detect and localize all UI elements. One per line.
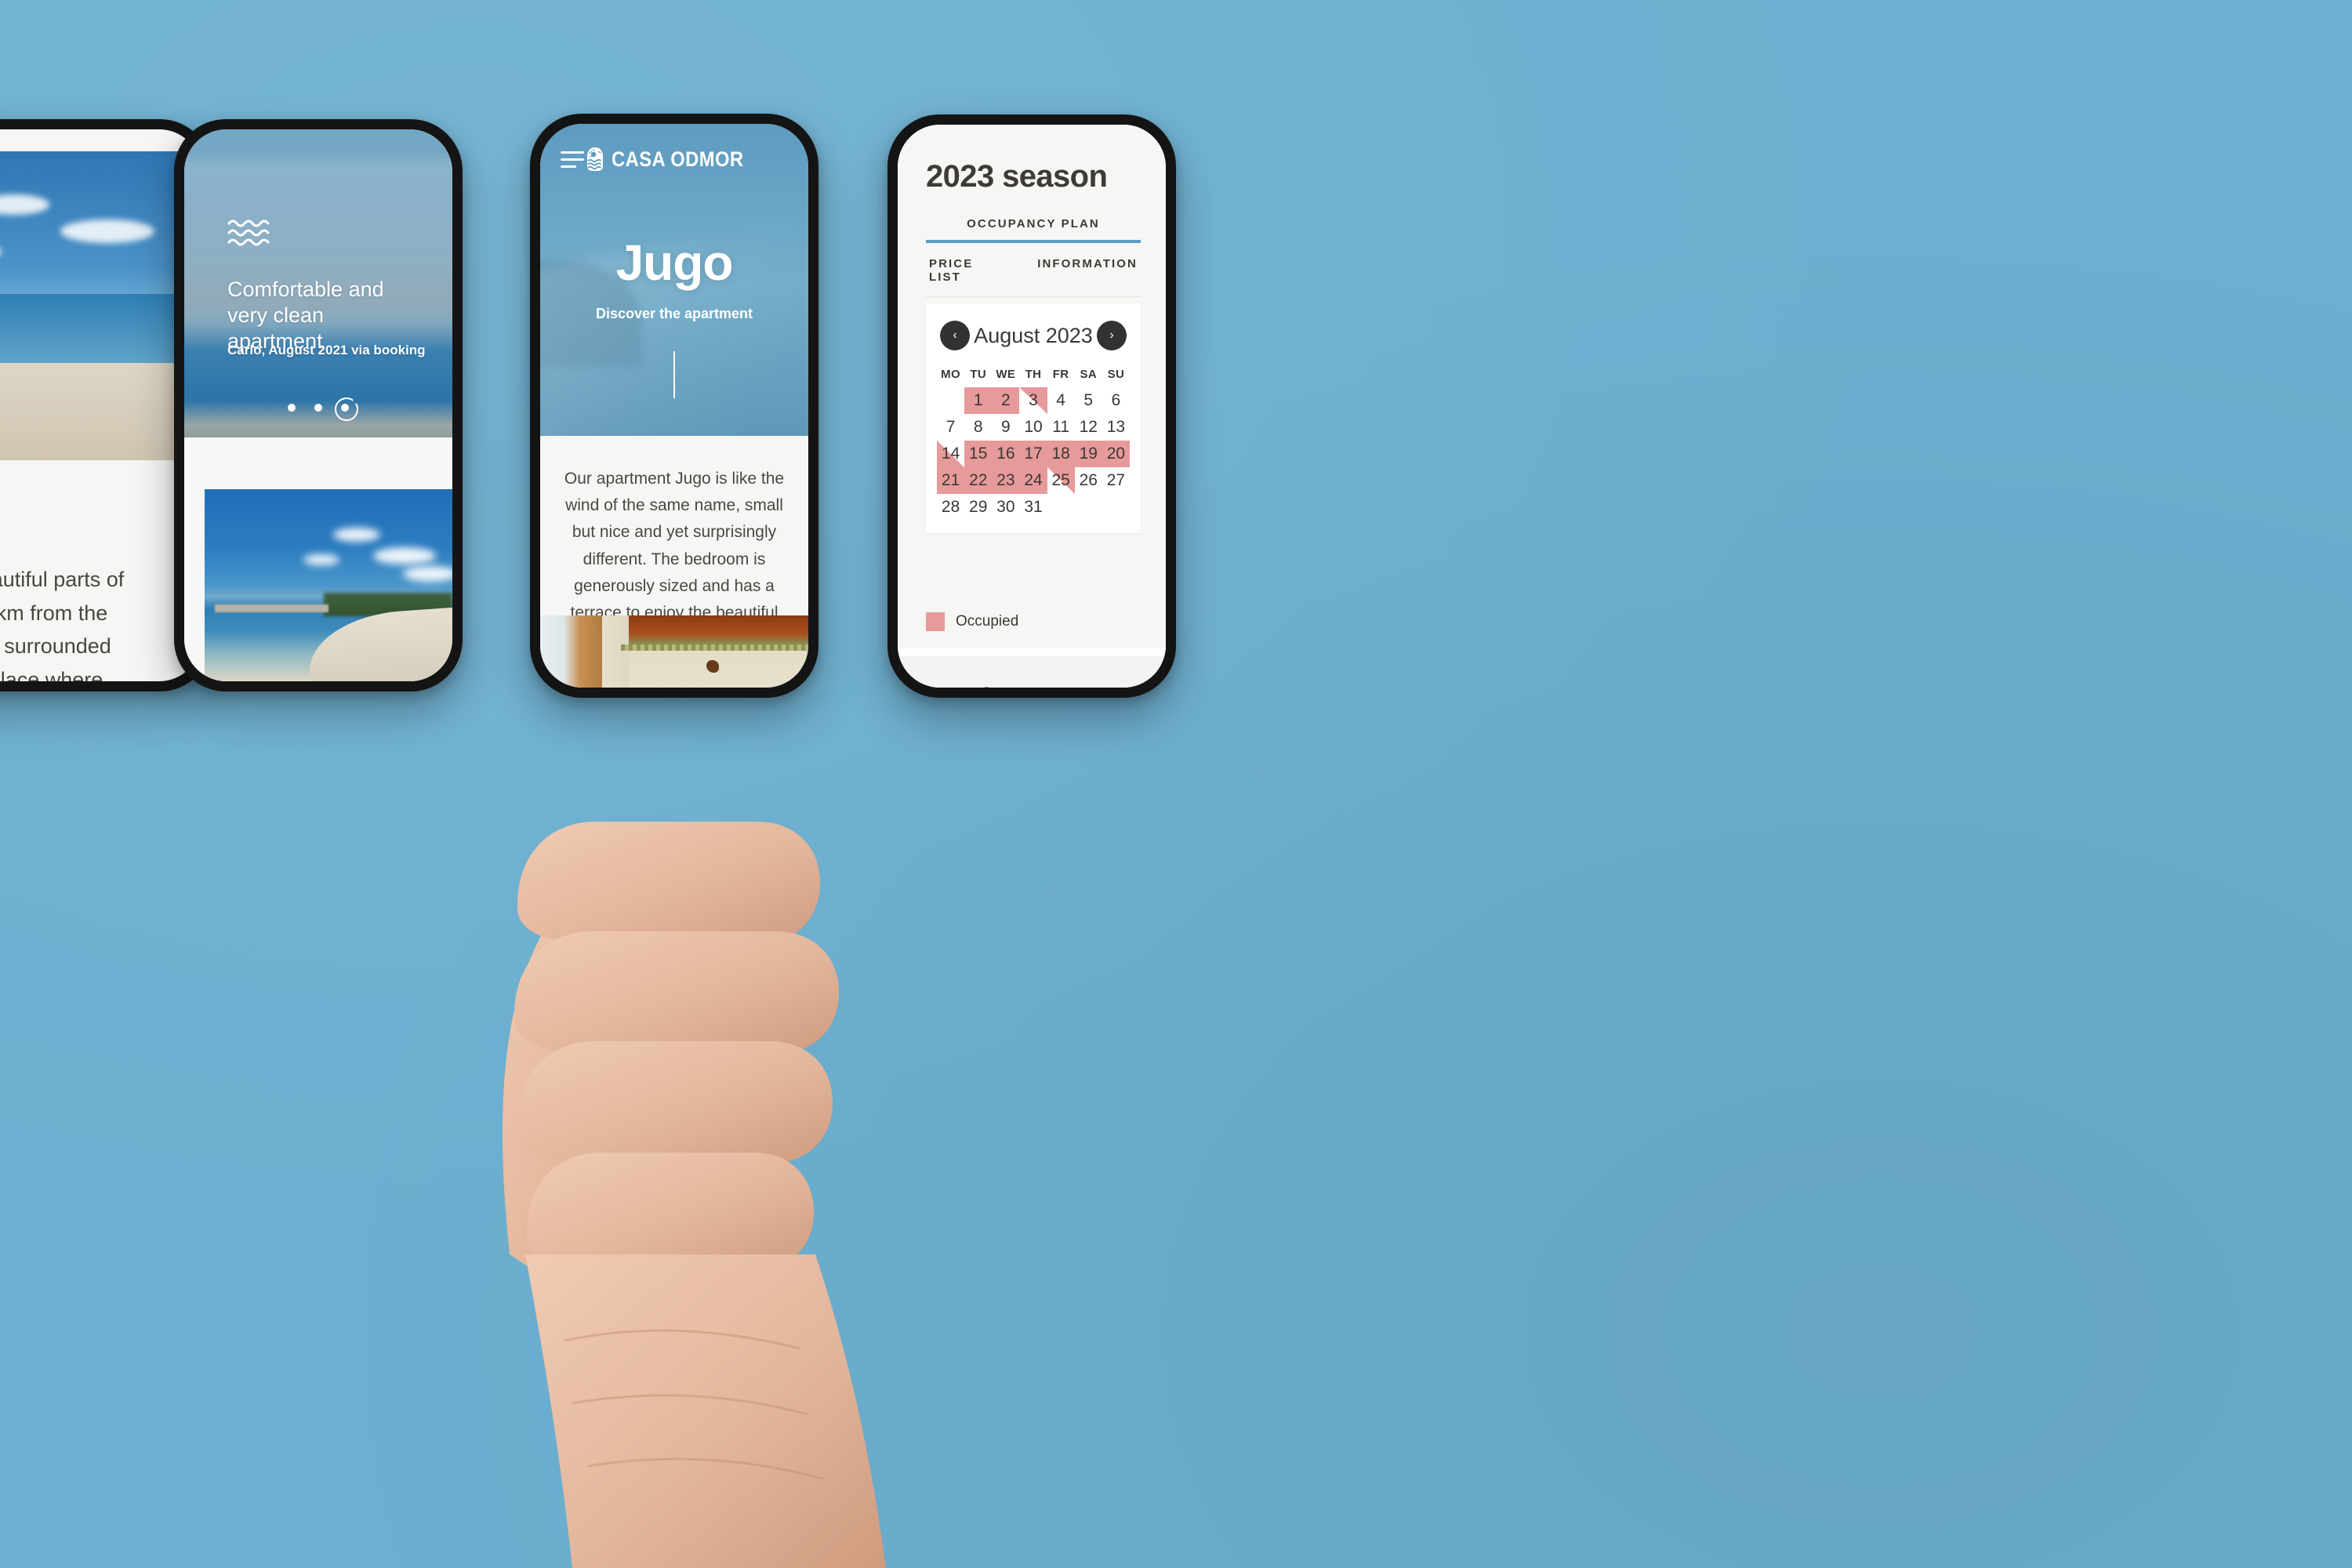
calendar-blank-cell	[937, 387, 964, 414]
phone-3-description-section: Our apartment Jugo is like the wind of t…	[540, 436, 808, 688]
phone-3-frame: CASA ODMOR Jugo Discover the apartment O…	[530, 114, 818, 698]
phone-2-screen: Comfortable and very clean apartment Car…	[184, 129, 452, 681]
calendar-day-2[interactable]: 2	[992, 387, 1020, 414]
calendar-day-23[interactable]: 23	[992, 467, 1020, 494]
weekday-we: WE	[996, 368, 1016, 381]
calendar-day-5[interactable]: 5	[1075, 387, 1102, 414]
phone-3-screen: CASA ODMOR Jugo Discover the apartment O…	[540, 124, 808, 688]
scroll-line-indicator-icon	[673, 351, 675, 398]
calendar-day-16[interactable]: 16	[992, 441, 1020, 467]
calendar-legend: Occupied	[926, 612, 1018, 631]
triple-wave-icon	[227, 217, 271, 252]
calendar-day-21[interactable]: 21	[937, 467, 965, 494]
calendar-day-19[interactable]: 19	[1074, 441, 1102, 467]
phone-1-paragraph: eautiful parts of km from the , surround…	[0, 568, 125, 681]
calendar-day-10[interactable]: 10	[1019, 414, 1047, 441]
calendar-day-8[interactable]: 8	[964, 414, 992, 441]
brand-name: CASA ODMOR	[612, 147, 744, 171]
calendar-day-28[interactable]: 28	[937, 494, 964, 521]
phone-1-hero-photo	[0, 151, 201, 460]
calendar-day-29[interactable]: 29	[964, 494, 992, 521]
calendar-day-1[interactable]: 1	[964, 387, 993, 414]
calendar-day-13[interactable]: 13	[1102, 414, 1130, 441]
calendar-month-label: August 2023	[974, 323, 1093, 347]
phone-2-testimonial-attribution: Carlo, August 2021 via booking	[227, 343, 426, 358]
legend-label-occupied: Occupied	[956, 613, 1019, 630]
tab-occupancy-plan[interactable]: OCCUPANCY PLAN	[926, 217, 1141, 243]
calendar-day-25[interactable]: 25	[1047, 467, 1075, 494]
weekday-tu: TU	[970, 368, 987, 381]
tab-information[interactable]: INFORMATION	[1037, 257, 1138, 284]
calendar-day-26[interactable]: 26	[1075, 467, 1102, 494]
calendar-day-9[interactable]: 9	[992, 414, 1019, 441]
calendar-day-14[interactable]: 14	[937, 441, 965, 467]
phone-3-topbar: CASA ODMOR	[540, 141, 808, 177]
calendar-day-grid[interactable]: 1 2 3 4 5 6 7 8 9 10 11 12 13 14 15 16 17 18 19 20 21 22 23 24 2…	[937, 387, 1130, 521]
calendar-day-27[interactable]: 27	[1102, 467, 1130, 494]
calendar-day-6[interactable]: 6	[1102, 387, 1130, 414]
phone-3-subtitle: Discover the apartment	[595, 306, 753, 321]
arch-sun-waves-logo-icon	[586, 147, 604, 171]
season-page: 2023 season OCCUPANCY PLAN PRICE LIST IN…	[898, 125, 1166, 688]
chevron-left-icon[interactable]: ‹	[940, 321, 970, 350]
weekday-sa: SA	[1080, 368, 1098, 381]
calendar-day-18[interactable]: 18	[1047, 441, 1075, 467]
calendar-day-20[interactable]: 20	[1102, 441, 1130, 467]
phone-2-testimonial-hero: Comfortable and very clean apartment Car…	[184, 129, 452, 437]
phone-1-heading: he	[0, 482, 184, 519]
calendar-day-31[interactable]: 31	[1019, 494, 1047, 521]
tab-price-list[interactable]: PRICE LIST	[929, 257, 1003, 284]
calendar-nav: ‹ August 2023 ›	[937, 321, 1130, 350]
phone-1-body: he eautiful parts of km from the , surro…	[0, 482, 201, 681]
legend-swatch-occupied	[926, 612, 945, 631]
carousel-dot-1[interactable]	[288, 404, 296, 412]
phone-3-hero: CASA ODMOR Jugo Discover the apartment	[540, 124, 808, 436]
calendar-day-12[interactable]: 12	[1075, 414, 1102, 441]
tabs: OCCUPANCY PLAN PRICE LIST INFORMATION	[926, 217, 1141, 297]
phone-2-frame: Comfortable and very clean apartment Car…	[174, 119, 463, 691]
phone-3-interior-photo	[540, 615, 808, 688]
hamburger-menu-icon[interactable]	[561, 151, 584, 168]
calendar: ‹ August 2023 › MO TU WE TH FR SA SU 123456789…	[926, 303, 1141, 533]
carousel-dot-2[interactable]	[314, 404, 322, 412]
chevron-right-icon[interactable]: ›	[1097, 321, 1127, 350]
phone-2-lower-section	[184, 437, 452, 681]
carousel-dots[interactable]	[184, 404, 452, 412]
book-now-section: Book now Check price and availability fo…	[898, 648, 1166, 688]
phone-3-title: Jugo	[615, 234, 734, 291]
weekday-su: SU	[1107, 368, 1125, 381]
phone-4-screen: 2023 season OCCUPANCY PLAN PRICE LIST IN…	[898, 125, 1166, 688]
calendar-day-24[interactable]: 24	[1019, 467, 1047, 494]
page-title: 2023 season	[926, 159, 1108, 194]
book-now-title: Book now	[926, 683, 1138, 688]
carousel-dot-3-active[interactable]	[341, 404, 349, 412]
calendar-weekday-header: MO TU WE TH FR SA SU	[937, 368, 1130, 381]
phone-4-frame: 2023 season OCCUPANCY PLAN PRICE LIST IN…	[887, 114, 1176, 698]
calendar-day-22[interactable]: 22	[964, 467, 993, 494]
weekday-fr: FR	[1052, 368, 1069, 381]
calendar-day-17[interactable]: 17	[1019, 441, 1047, 467]
calendar-day-30[interactable]: 30	[992, 494, 1019, 521]
phone-1-screen: he eautiful parts of km from the , surro…	[0, 129, 201, 681]
phone-2-beach-photo	[205, 489, 452, 681]
calendar-day-11[interactable]: 11	[1047, 414, 1075, 441]
calendar-day-3[interactable]: 3	[1019, 387, 1047, 414]
calendar-day-7[interactable]: 7	[937, 414, 964, 441]
weekday-mo: MO	[941, 368, 961, 381]
calendar-day-4[interactable]: 4	[1047, 387, 1075, 414]
weekday-th: TH	[1025, 368, 1042, 381]
calendar-day-15[interactable]: 15	[964, 441, 993, 467]
